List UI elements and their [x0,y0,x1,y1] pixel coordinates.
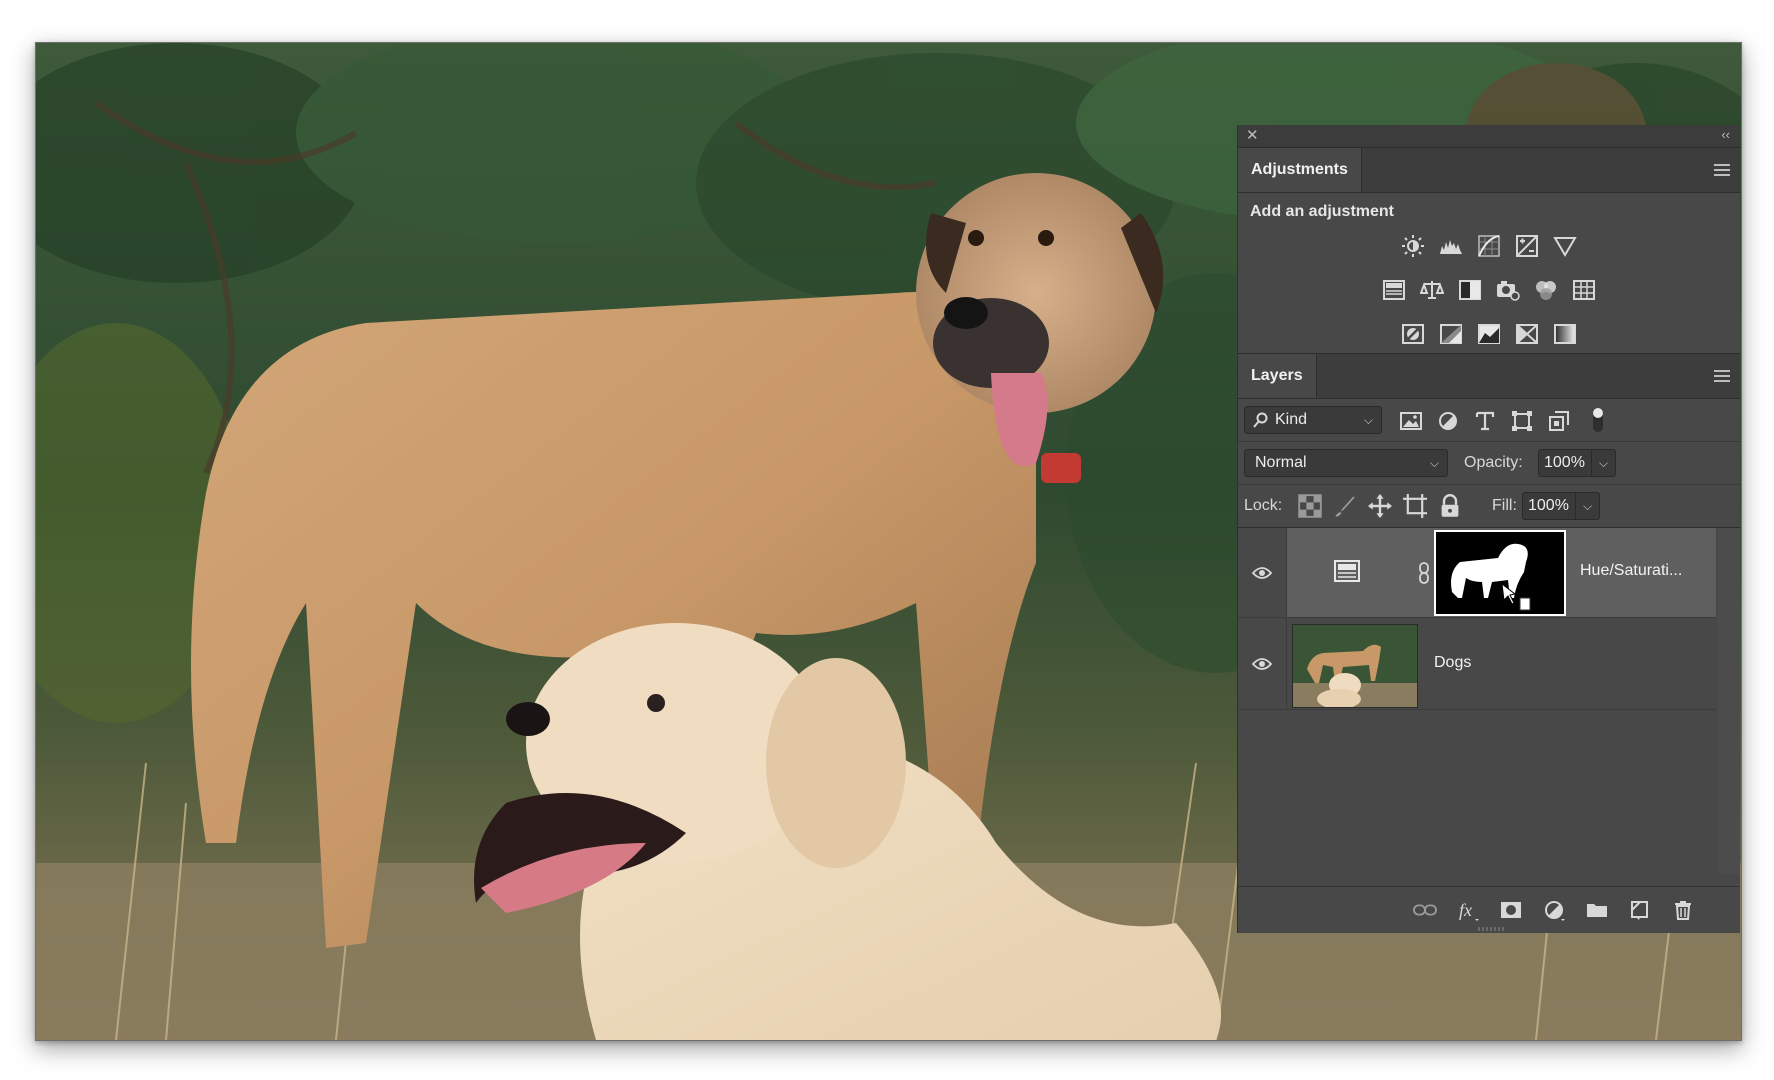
opacity-dropdown[interactable]: ⌵ [1592,449,1616,477]
visibility-toggle[interactable] [1238,528,1287,617]
invert-icon[interactable] [1400,321,1426,347]
layer-name[interactable]: Hue/Saturati... [1580,562,1682,580]
filter-kind-value: Kind [1275,411,1308,428]
pixel-filter-icon[interactable] [1398,408,1424,434]
black-white-icon[interactable] [1457,277,1483,303]
add-mask-icon[interactable] [1498,897,1524,923]
posterize-icon[interactable] [1438,321,1464,347]
dock-header: ✕ ‹‹ [1238,125,1740,148]
layers-list: Hue/Saturati... Dogs [1238,528,1740,874]
lock-artboard-icon[interactable] [1403,493,1427,519]
tab-adjustments[interactable]: Adjustments [1238,148,1362,192]
filter-toggle-switch[interactable] [1592,407,1604,433]
eye-icon [1252,657,1272,670]
layers-footer: fx [1238,886,1740,933]
hue-saturation-layer-icon [1334,560,1360,582]
fill-dropdown[interactable]: ⌵ [1576,492,1600,520]
adjustment-row-3 [1238,321,1740,347]
adjustments-body: Add an adjustment [1238,193,1740,353]
color-balance-icon[interactable] [1419,277,1445,303]
channel-mixer-icon[interactable] [1533,277,1559,303]
filter-type-icons [1398,408,1572,434]
chevron-down-icon: ⌵ [1363,413,1373,427]
link-layers-icon[interactable] [1412,897,1438,923]
layer-thumbnail[interactable] [1292,624,1418,708]
layers-panel-menu-icon[interactable] [1714,370,1730,382]
blend-row: Normal ⌵ Opacity: 100% ⌵ [1238,442,1740,485]
fill-label: Fill: [1492,497,1517,514]
lock-row: Lock: Fill: 100% ⌵ [1238,485,1740,528]
document-canvas[interactable]: ✕ ‹‹ Adjustments Add an adjustment Layer… [35,42,1742,1041]
layer-row-dogs[interactable]: Dogs [1238,618,1716,710]
smart-object-filter-icon[interactable] [1546,408,1572,434]
svg-text:fx: fx [1459,900,1472,920]
resize-grip[interactable] [1478,927,1506,931]
filter-kind-select[interactable]: Kind ⌵ [1244,406,1382,434]
opacity-input[interactable]: 100% [1538,449,1592,477]
search-icon [1253,412,1269,428]
lock-icons [1298,493,1462,519]
delete-layer-icon[interactable] [1670,897,1696,923]
new-layer-icon[interactable] [1627,897,1653,923]
layers-scrollbar[interactable] [1718,528,1740,874]
vibrance-icon[interactable] [1552,233,1578,259]
layers-tabbar: Layers [1238,354,1740,399]
lock-position-icon[interactable] [1368,493,1392,519]
shape-filter-icon[interactable] [1509,408,1535,434]
close-icon[interactable]: ✕ [1246,127,1259,145]
layer-row-hue-saturation[interactable]: Hue/Saturati... [1238,528,1716,618]
threshold-icon[interactable] [1476,321,1502,347]
fill-input[interactable]: 100% [1522,492,1576,520]
curves-icon[interactable] [1476,233,1502,259]
dog-mask-shape [1451,543,1531,611]
new-group-icon[interactable] [1584,897,1610,923]
panel-menu-icon[interactable] [1714,164,1730,176]
lock-all-icon[interactable] [1438,493,1462,519]
dogs-thumbnail-image [1293,625,1417,707]
visibility-toggle[interactable] [1238,618,1287,709]
chevron-down-icon: ⌵ [1429,456,1439,470]
levels-icon[interactable] [1438,233,1464,259]
fx-icon[interactable]: fx [1455,897,1481,923]
collapse-icon[interactable]: ‹‹ [1721,126,1730,144]
blend-mode-select[interactable]: Normal ⌵ [1244,449,1448,477]
panel-dock: ✕ ‹‹ Adjustments Add an adjustment Layer… [1237,125,1740,933]
layer-mask-thumbnail[interactable] [1434,530,1566,616]
blend-mode-value: Normal [1255,454,1307,471]
exposure-icon[interactable] [1514,233,1540,259]
adjustment-row-2 [1238,277,1740,303]
adjustment-filter-icon[interactable] [1435,408,1461,434]
layer-name[interactable]: Dogs [1434,654,1471,672]
adjustment-row-1 [1238,233,1740,259]
adjustments-tabbar: Adjustments [1238,148,1740,193]
gradient-map-icon[interactable] [1552,321,1578,347]
footer-icon-row: fx [1412,897,1696,923]
selective-color-icon[interactable] [1514,321,1540,347]
photo-filter-icon[interactable] [1495,277,1521,303]
hue-saturation-icon[interactable] [1381,277,1407,303]
opacity-label: Opacity: [1464,454,1523,471]
mask-link-icon[interactable] [1418,562,1430,584]
lock-transparent-pixels-icon[interactable] [1298,493,1322,519]
lock-image-pixels-icon[interactable] [1333,493,1357,519]
brightness-contrast-icon[interactable] [1400,233,1426,259]
new-adjustment-icon[interactable] [1541,897,1567,923]
tab-layers[interactable]: Layers [1238,354,1317,398]
lock-label: Lock: [1244,497,1283,514]
adjustments-section-title: Add an adjustment [1250,203,1395,220]
eye-icon [1252,566,1272,579]
color-lookup-icon[interactable] [1571,277,1597,303]
layer-filter-row: Kind ⌵ [1238,399,1740,442]
type-filter-icon[interactable] [1472,408,1498,434]
